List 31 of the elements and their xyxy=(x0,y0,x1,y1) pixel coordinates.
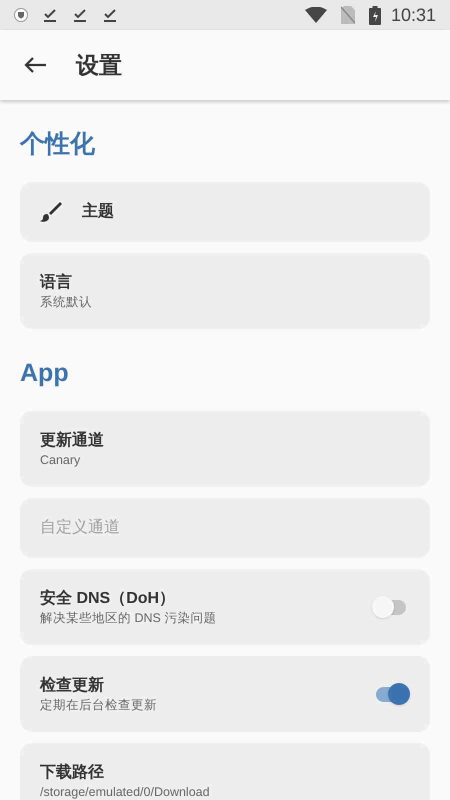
battery-icon xyxy=(368,6,381,24)
section-heading: 个性化 xyxy=(20,129,96,160)
download-done-icon xyxy=(42,7,58,23)
setting-subtitle: 解决某些地区的 DNS 污染问题 xyxy=(40,610,218,626)
setting-title: 更新通道 xyxy=(40,430,105,451)
download-done-icon xyxy=(102,7,118,23)
setting-subtitle: Canary xyxy=(40,452,82,468)
setting-title: 语言 xyxy=(40,272,73,293)
setting-subtitle: /storage/emulated/0/Download xyxy=(40,784,211,800)
download-done-icon xyxy=(72,7,88,23)
setting-row[interactable]: 语言 系统默认 xyxy=(20,253,430,329)
setting-title: 检查更新 xyxy=(40,675,105,696)
setting-title: 安全 DNS（DoH） xyxy=(40,588,176,609)
screen-title: 设置 xyxy=(76,50,122,80)
setting-title: 主题 xyxy=(82,201,115,222)
wifi-icon xyxy=(304,7,327,23)
setting-title: 下载路径 xyxy=(40,762,105,783)
setting-subtitle: 定期在后台检查更新 xyxy=(40,697,158,713)
status-time: 10:31 xyxy=(390,4,436,26)
setting-row[interactable]: 下载路径 /storage/emulated/0/Download xyxy=(20,743,430,800)
setting-row[interactable]: 更新通道 Canary xyxy=(20,411,430,487)
setting-title: 自定义通道 xyxy=(40,518,121,538)
setting-subtitle: 系统默认 xyxy=(40,294,93,310)
no-sim-icon xyxy=(340,6,355,24)
shield-icon xyxy=(14,8,28,22)
switch-setting-row[interactable]: 检查更新 定期在后台检查更新 xyxy=(20,656,430,732)
paintbrush-icon xyxy=(40,201,62,223)
back-arrow-icon xyxy=(23,56,47,74)
setting-row[interactable]: 主题 xyxy=(20,182,430,242)
switch-setting-row[interactable]: 安全 DNS（DoH） 解决某些地区的 DNS 污染问题 xyxy=(20,569,430,645)
section-heading: App xyxy=(20,358,70,389)
